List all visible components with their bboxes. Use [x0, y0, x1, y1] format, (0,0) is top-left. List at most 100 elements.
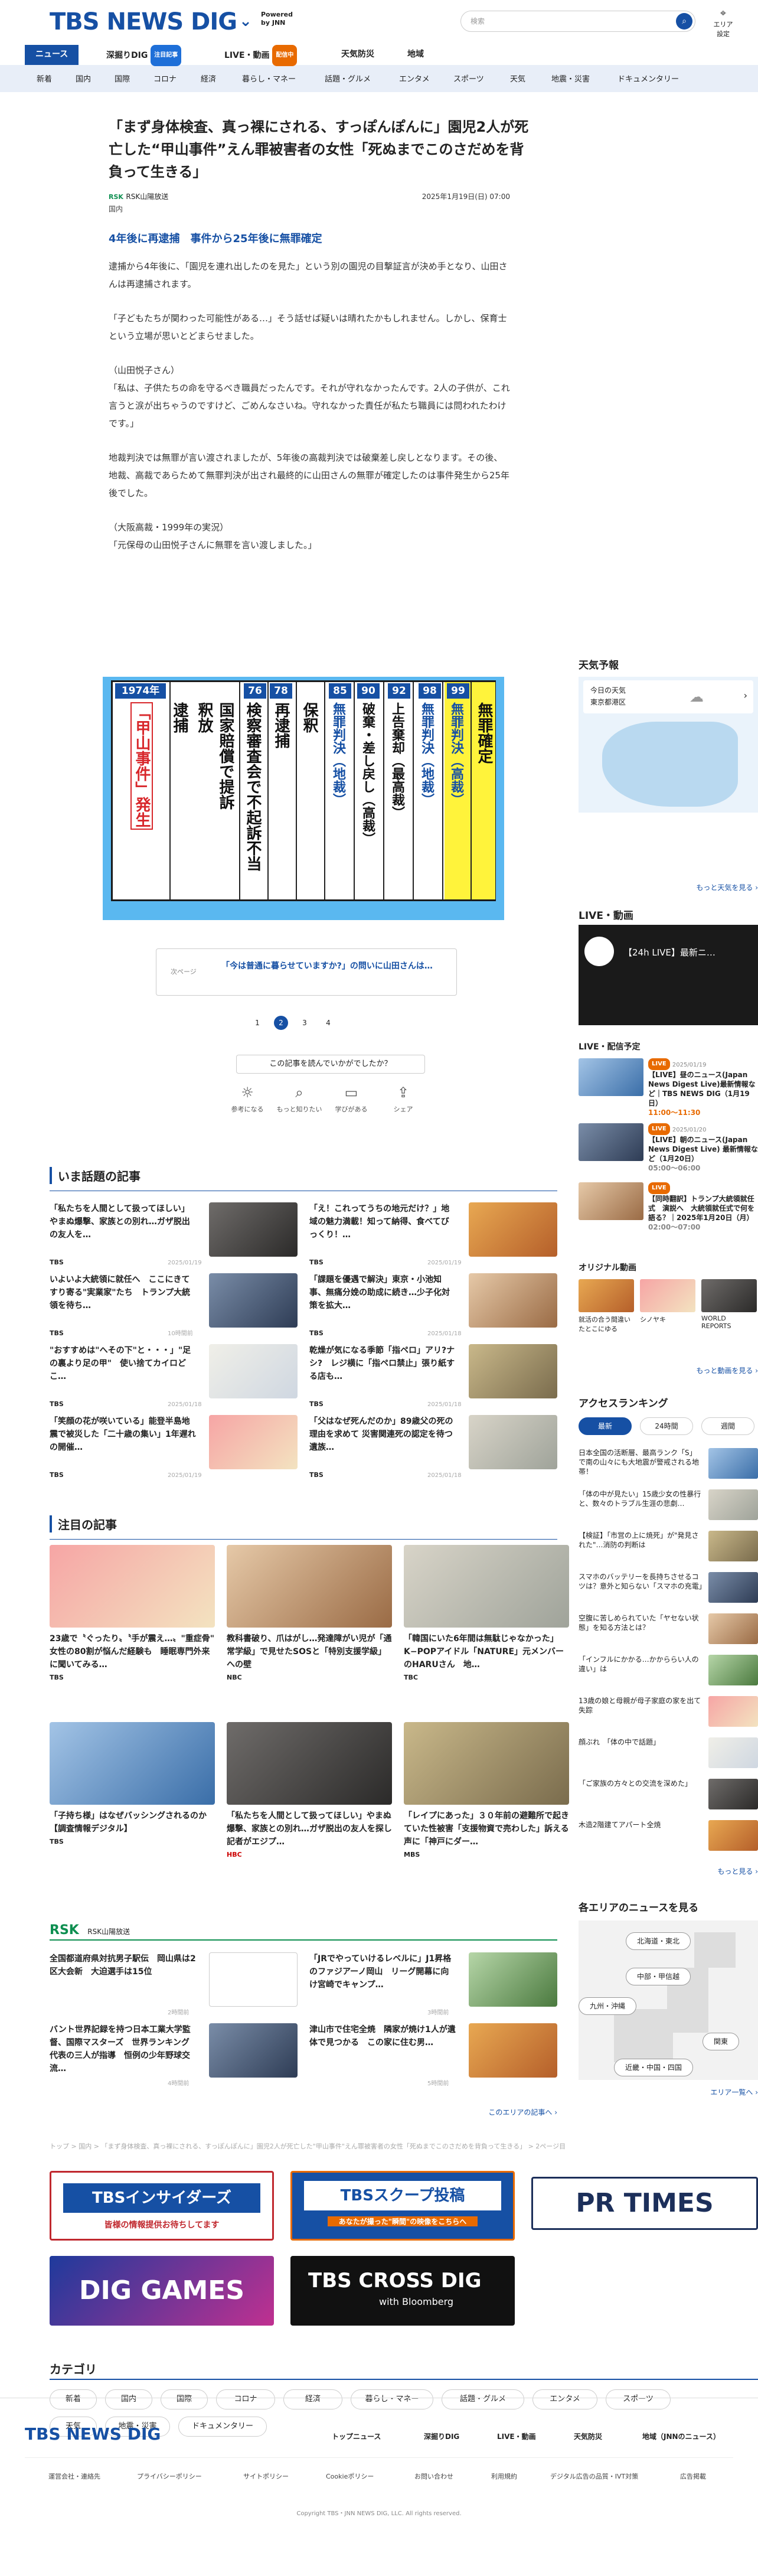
footer-small-link[interactable]: プライバシーポリシー	[137, 2471, 202, 2481]
rsk-article[interactable]: 全国都道府県対抗男子駅伝 岡山県は2区大会新 大迫選手は15位 2時間前	[50, 1952, 298, 2021]
featured-article[interactable]: 「子持ち様」はなぜバッシングされるのか【調査情報デジタル】 TBS	[50, 1722, 215, 1893]
live-schedule-item[interactable]: LIVE 【同時翻訳】トランプ大統領就任式 演説へ 大統領就任式で何を語る？｜20…	[579, 1182, 758, 1231]
ranking-item[interactable]: 「体の中が見たい」15歳少女の性暴行と、数々のトラブル生涯の悲劇…	[579, 1489, 758, 1525]
rsk-article[interactable]: 津山市で住宅全焼 隣家が焼け1人が遺体で見つかる この家に住む男… 5時間前	[309, 2023, 557, 2092]
footer-link[interactable]: トップニュース	[332, 2431, 381, 2441]
page-link[interactable]: 1	[250, 1016, 264, 1030]
featured-article[interactable]: 「韓国にいた6年間は無駄じゃなかった」K−POPアイドル「NATURE」元メンバ…	[404, 1545, 569, 1716]
rsk-article[interactable]: バント世界記録を持つ日本工業大学監督、国際マスターズ 世界ランキング代表の三人が…	[50, 2023, 298, 2092]
footer-link[interactable]: LIVE・動画	[497, 2431, 536, 2441]
banner-scoop[interactable]: TBSスクープ投稿 あなたが撮った"瞬間"の映像をこちらへ	[290, 2171, 515, 2241]
rsk-article[interactable]: 「JRでやっていけるレベルに」J1昇格のファジアーノ岡山 リーグ開幕に向け宮崎で…	[309, 1952, 557, 2021]
banner-prtimes[interactable]: PR TIMES	[531, 2177, 758, 2230]
tab-live-video[interactable]: LIVE・動画 配信中	[224, 45, 298, 66]
hot-article[interactable]: "おすすめは"へその下"と・・・」"足の裏より足の甲" 使い捨てカイロどこ… TB…	[50, 1344, 298, 1413]
weather-widget[interactable]: 今日の天気 東京都港区 ☁ ›	[579, 677, 758, 813]
banner-insiders[interactable]: TBSインサイダーズ 皆様の情報提供お待ちしてます	[50, 2171, 274, 2241]
ranking-tab-weekly[interactable]: 週間	[701, 1417, 754, 1435]
ranking-more-link[interactable]: もっと見る ›	[717, 1866, 758, 1876]
footer-small-link[interactable]: サイトポリシー	[243, 2471, 289, 2481]
footer-small-link[interactable]: お問い合わせ	[414, 2471, 453, 2481]
page-link[interactable]: 3	[298, 1016, 312, 1030]
footer-small-link[interactable]: 広告掲載	[680, 2471, 706, 2481]
area-hokkaido-tohoku[interactable]: 北海道・東北	[626, 1932, 691, 1950]
footer-small-link[interactable]: 利用規約	[491, 2471, 517, 2481]
ranking-item[interactable]: 顔ぶれ 「体の中で話題」	[579, 1737, 758, 1773]
ranking-item[interactable]: スマホのバッテリーを長持ちさせるコツは？意外と知らない「スマホの充電」	[579, 1572, 758, 1607]
search-input[interactable]: 検索 ⌕	[460, 11, 695, 32]
ranking-tab-latest[interactable]: 最新	[579, 1417, 632, 1435]
featured-article[interactable]: 23歳で〝ぐったり〟〝手が震え…〟"重症骨" 女性の80割が悩んだ経験も 睡眠専…	[50, 1545, 215, 1716]
area-chubu[interactable]: 中部・甲信越	[626, 1968, 691, 1985]
rsk-more-link[interactable]: このエリアの記事へ ›	[488, 2107, 557, 2117]
area-kyushu[interactable]: 九州・沖縄	[579, 1997, 637, 2015]
area-kinki[interactable]: 近畿・中国・四国	[614, 2059, 694, 2076]
article-genre[interactable]: 国内	[109, 204, 534, 214]
reaction-want-more[interactable]: ⌕ もっと知りたい	[273, 1084, 326, 1114]
area-kanto[interactable]: 関東	[703, 2033, 740, 2050]
weather-more-link[interactable]: もっと天気を見る ›	[696, 882, 758, 892]
footer-link[interactable]: 地域（JNNのニュース）	[642, 2431, 720, 2441]
hot-article[interactable]: 「笑顔の花が咲いている」能登半島地震で被災した「二十歳の集い」1年遅れの開催… T…	[50, 1415, 298, 1483]
breadcrumb[interactable]: トップ > 国内 > 「まず身体検査、真っ裸にされる、すっぽんぽんに」園児2人が…	[50, 2141, 734, 2151]
source-name[interactable]: RSK山陽放送	[126, 193, 168, 201]
areas-more-link[interactable]: エリア一覧へ ›	[710, 2087, 758, 2097]
hot-article[interactable]: いよいよ大統領に就任へ ここにきてすり寄る"実業家"たち トランプ大統領を待ち……	[50, 1273, 298, 1342]
share-button[interactable]: ⇪ シェア	[377, 1084, 430, 1114]
footer-link[interactable]: 深掘りDIG	[424, 2431, 459, 2441]
ranking-item[interactable]: 「インフルにかかる…かかららい人の違い」は	[579, 1655, 758, 1690]
chevron-right-icon[interactable]: ›	[744, 690, 747, 701]
cat-sports[interactable]: スポーツ	[453, 73, 484, 84]
cat-international[interactable]: 国際	[115, 73, 130, 84]
banner-cross-dig[interactable]: TBS CROSS DIG with Bloomberg	[290, 2256, 515, 2326]
featured-article[interactable]: 教科書破り、爪はがし…発達障がい児が「通常学級」で見せたSOSと「特別支援学級」…	[227, 1545, 392, 1716]
page-current[interactable]: 2	[274, 1016, 288, 1030]
ranking-tab-24h[interactable]: 24時間	[640, 1417, 693, 1435]
hot-article[interactable]: 乾燥が気になる季節「指ペロ」アリ?ナシ? レジ横に「指ペロ禁止」張り紙する店も……	[309, 1344, 557, 1413]
cat-documentary[interactable]: ドキュメンタリー	[617, 73, 679, 84]
footer-small-link[interactable]: Cookieポリシー	[326, 2471, 374, 2481]
cat-topics-gourmet[interactable]: 話題・グルメ	[325, 73, 371, 84]
cat-corona[interactable]: コロナ	[153, 73, 177, 84]
cat-domestic[interactable]: 国内	[76, 73, 91, 84]
ranking-item[interactable]: 【検証】「市営の上に焼死」が"発見された"…消防の判断は	[579, 1531, 758, 1566]
footer-logo[interactable]: TBS NEWS DIG	[25, 2424, 161, 2444]
live-schedule-item[interactable]: LIVE 2025/01/19 【LIVE】昼のニュース(Japan News D…	[579, 1058, 758, 1117]
cat-weather[interactable]: 天気	[510, 73, 525, 84]
page-link[interactable]: 4	[321, 1016, 335, 1030]
cat-life-money[interactable]: 暮らし・マネー	[242, 73, 296, 84]
site-logo[interactable]: TBS NEWS DIG ⌄	[50, 8, 252, 35]
featured-article[interactable]: 「レイプにあった」３０年前の避難所で起きていた性被害「支援物資で売わした」訴える…	[404, 1722, 569, 1893]
tab-region[interactable]: 地域	[407, 45, 424, 65]
original-video[interactable]: WORLD REPORTS	[701, 1279, 757, 1330]
hot-article[interactable]: 「え！これってうちの地元だけ？」地域の魅力満載！知って納得、食べてびっくり！… T…	[309, 1202, 557, 1271]
next-page-link[interactable]: 次ページ 「今は普通に暮らせていますか?」の問いに山田さんは…	[156, 948, 457, 996]
footer-link[interactable]: 天気防災	[574, 2431, 602, 2441]
live-stream-card[interactable]: 【24h LIVE】最新ニ…	[579, 925, 758, 1025]
area-settings-button[interactable]: ⌖ エリア設定	[713, 7, 733, 38]
rsk-logo[interactable]: RSK	[50, 1923, 79, 1938]
original-video[interactable]: 就活の合う間違いたとこにゆる	[579, 1279, 634, 1333]
tab-news[interactable]: ニュース	[25, 45, 79, 65]
ranking-item[interactable]: 「ご家族の方々との交流を深めた」	[579, 1779, 758, 1814]
reaction-learning[interactable]: ▭ 学びがある	[325, 1084, 378, 1114]
ranking-item[interactable]: 木造2階建てアパート全焼	[579, 1820, 758, 1856]
footer-small-link[interactable]: 運営会社・連絡先	[48, 2471, 100, 2481]
tab-deep-dig[interactable]: 深掘りDIG 注目記事	[106, 45, 182, 66]
tab-weather[interactable]: 天気防災	[341, 45, 374, 65]
live-schedule-item[interactable]: LIVE 2025/01/20 【LIVE】朝のニュース(Japan News D…	[579, 1123, 758, 1172]
banner-dig-games[interactable]: DIG GAMES	[50, 2256, 274, 2326]
hot-article[interactable]: 「課題を優遇で解決」東京・小池知事、無痛分娩の助成に続き…少子化対策を拡大… TB…	[309, 1273, 557, 1342]
ranking-item[interactable]: 日本全国の活断層、最高ランク「S」で南の山々にも大地震が警戒される地帯！	[579, 1448, 758, 1483]
cat-new[interactable]: 新着	[37, 73, 52, 84]
search-icon[interactable]: ⌕	[676, 13, 692, 30]
hot-article[interactable]: 「父はなぜ死んだのか」89歳父の死の理由を求めて 災害関連死の認定を待つ遺族… T…	[309, 1415, 557, 1483]
footer-small-link[interactable]: デジタル広告の品質・IVT対策	[550, 2471, 638, 2481]
video-more-link[interactable]: もっと動画を見る ›	[696, 1365, 758, 1375]
reaction-helpful[interactable]: ☼ 参考になる	[221, 1084, 274, 1114]
cat-disaster[interactable]: 地震・災害	[551, 73, 590, 84]
ranking-item[interactable]: 空腹に苦しめられていた「ヤセない状態」を知る方法とは？	[579, 1613, 758, 1649]
hot-article[interactable]: 「私たちを人間として扱ってほしい」やまぬ爆撃、家族との別れ…ガザ脱出の友人を… T…	[50, 1202, 298, 1271]
featured-article[interactable]: 「私たちを人間として扱ってほしい」やまぬ爆撃、家族との別れ…ガザ脱出の友人を探し…	[227, 1722, 392, 1893]
ranking-item[interactable]: 13歳の娘と母親が母子家庭の家を出て失踪	[579, 1696, 758, 1732]
